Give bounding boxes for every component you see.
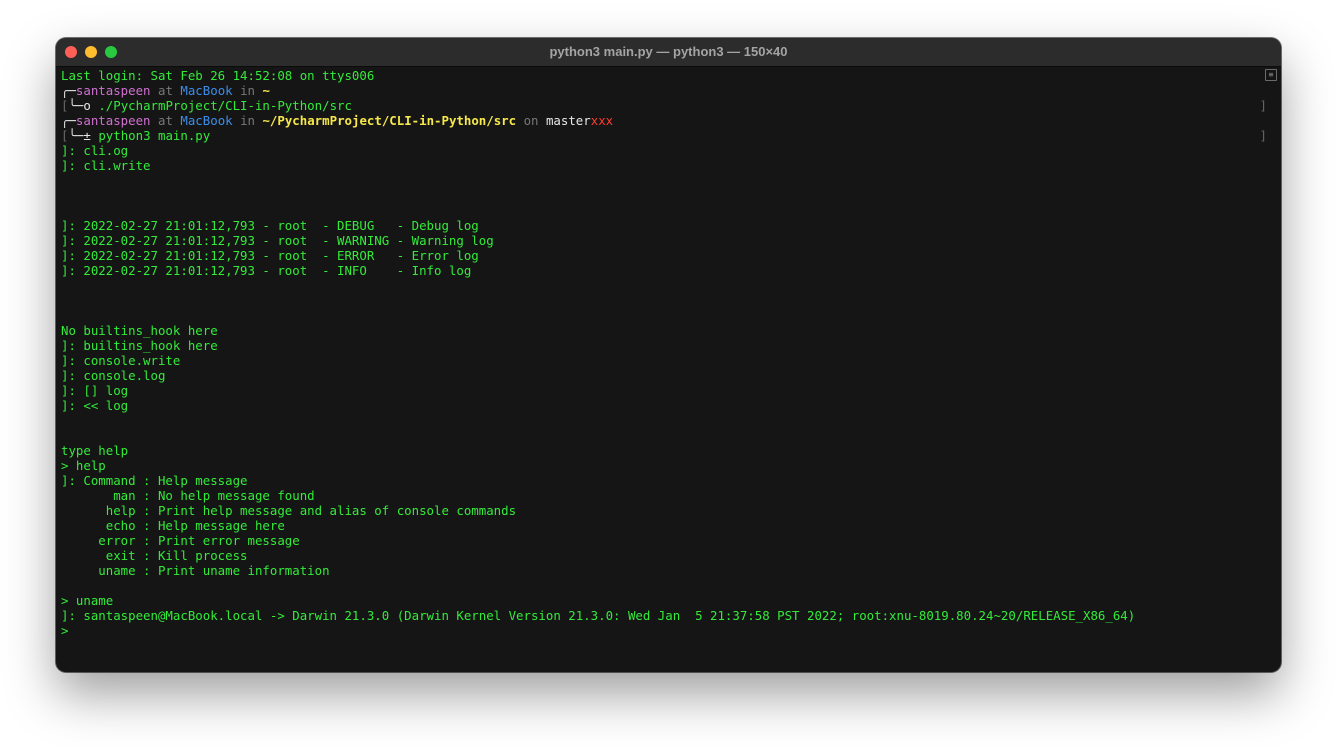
command-text: python3 main.py — [98, 128, 211, 143]
output-line: ]: console.log — [61, 368, 166, 383]
log-line: ]: 2022-02-27 21:01:12,793 - root - DEBU… — [61, 218, 479, 233]
terminal-window: python3 main.py — python3 — 150×40 ≡ Las… — [56, 38, 1281, 672]
prompt-at: at — [158, 83, 173, 98]
help-row: help : Print help message and alias of c… — [61, 503, 517, 518]
prompt-on: on — [523, 113, 539, 128]
git-branch: master — [545, 113, 591, 128]
command-text: ./PycharmProject/CLI-in-Python/src — [98, 98, 352, 113]
prompt-host: MacBook — [180, 113, 233, 128]
log-line: ]: 2022-02-27 21:01:12,793 - root - ERRO… — [61, 248, 479, 263]
prompt-at: at — [158, 113, 173, 128]
help-header: ]: Command : Help message — [61, 473, 248, 488]
command-line: [╰─o ./PycharmProject/CLI-in-Python/src] — [61, 98, 1267, 113]
output-line: ]: santaspeen@MacBook.local -> Darwin 21… — [61, 608, 1136, 623]
output-line: type help — [61, 443, 129, 458]
input-line: > help — [61, 458, 106, 473]
output-line: ]: << log — [61, 398, 129, 413]
scrollbar-toggle-icon[interactable]: ≡ — [1265, 69, 1277, 81]
input-line: > uname — [61, 593, 114, 608]
help-row: exit : Kill process — [61, 548, 248, 563]
terminal-output[interactable]: Last login: Sat Feb 26 14:52:08 on ttys0… — [61, 68, 1267, 672]
output-line: ]: cli.og — [61, 143, 129, 158]
prompt-user: santaspeen — [75, 83, 151, 98]
input-prompt[interactable]: > — [61, 623, 1263, 638]
prompt-user: santaspeen — [75, 113, 151, 128]
prompt-line: ╭─santaspeen at MacBook in ~ — [61, 83, 270, 98]
prompt-host: MacBook — [180, 83, 233, 98]
log-line: ]: 2022-02-27 21:01:12,793 - root - INFO… — [61, 263, 472, 278]
command-line: [╰─± python3 main.py] — [61, 128, 1267, 143]
title-bar: python3 main.py — python3 — 150×40 — [56, 38, 1281, 67]
output-line: No builtins_hook here — [61, 323, 218, 338]
log-line: ]: 2022-02-27 21:01:12,793 - root - WARN… — [61, 233, 494, 248]
help-row: echo : Help message here — [61, 518, 285, 533]
output-line: ]: cli.write — [61, 158, 151, 173]
prompt-in: in — [240, 113, 255, 128]
output-line: ]: builtins_hook here — [61, 338, 218, 353]
prompt-path: ~ — [262, 83, 270, 98]
prompt-in: in — [240, 83, 255, 98]
output-line: ]: console.write — [61, 353, 181, 368]
help-row: man : No help message found — [61, 488, 315, 503]
window-title: python3 main.py — python3 — 150×40 — [549, 44, 788, 59]
help-row: uname : Print uname information — [61, 563, 330, 578]
output-line: ]: [] log — [61, 383, 129, 398]
prompt-line: ╭─santaspeen at MacBook in ~/PycharmProj… — [61, 113, 614, 128]
help-row: error : Print error message — [61, 533, 300, 548]
prompt-path: ~/PycharmProject/CLI-in-Python/src — [262, 113, 517, 128]
login-line: Last login: Sat Feb 26 14:52:08 on ttys0… — [61, 68, 375, 83]
git-dirty-marker: xxx — [590, 113, 614, 128]
